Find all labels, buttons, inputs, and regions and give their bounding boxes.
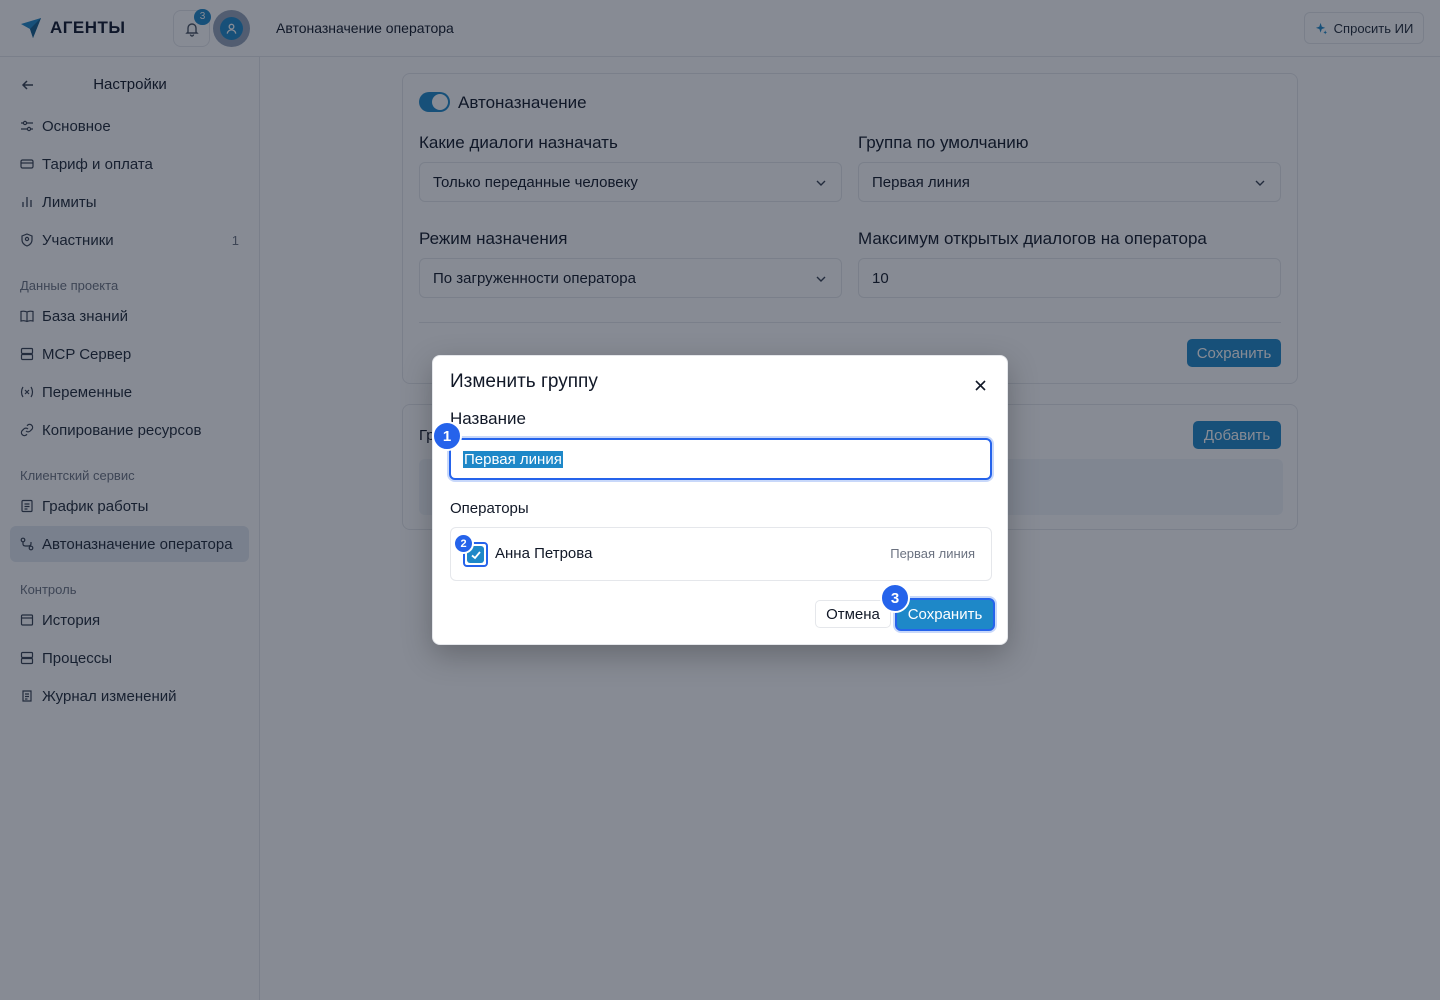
cancel-button[interactable]: Отмена (815, 600, 891, 628)
close-icon (974, 379, 986, 391)
marker-3: 3 (880, 583, 910, 613)
operators-label: Операторы (450, 500, 529, 517)
operator-row[interactable]: Анна Петрова Первая линия (450, 527, 992, 581)
operator-name: Анна Петрова (495, 545, 593, 562)
marker-1: 1 (432, 421, 462, 451)
group-name-input[interactable]: Первая линия (449, 438, 992, 480)
marker-2: 2 (453, 533, 474, 554)
save-group-button[interactable]: Сохранить (895, 598, 995, 631)
dialog-title: Изменить группу (450, 371, 598, 392)
edit-group-dialog: Изменить группу Название Первая линия Оп… (432, 355, 1008, 645)
group-name-value: Первая линия (463, 450, 563, 468)
group-name-label: Название (450, 409, 526, 428)
close-button[interactable] (971, 376, 989, 394)
operator-group: Первая линия (890, 546, 975, 561)
